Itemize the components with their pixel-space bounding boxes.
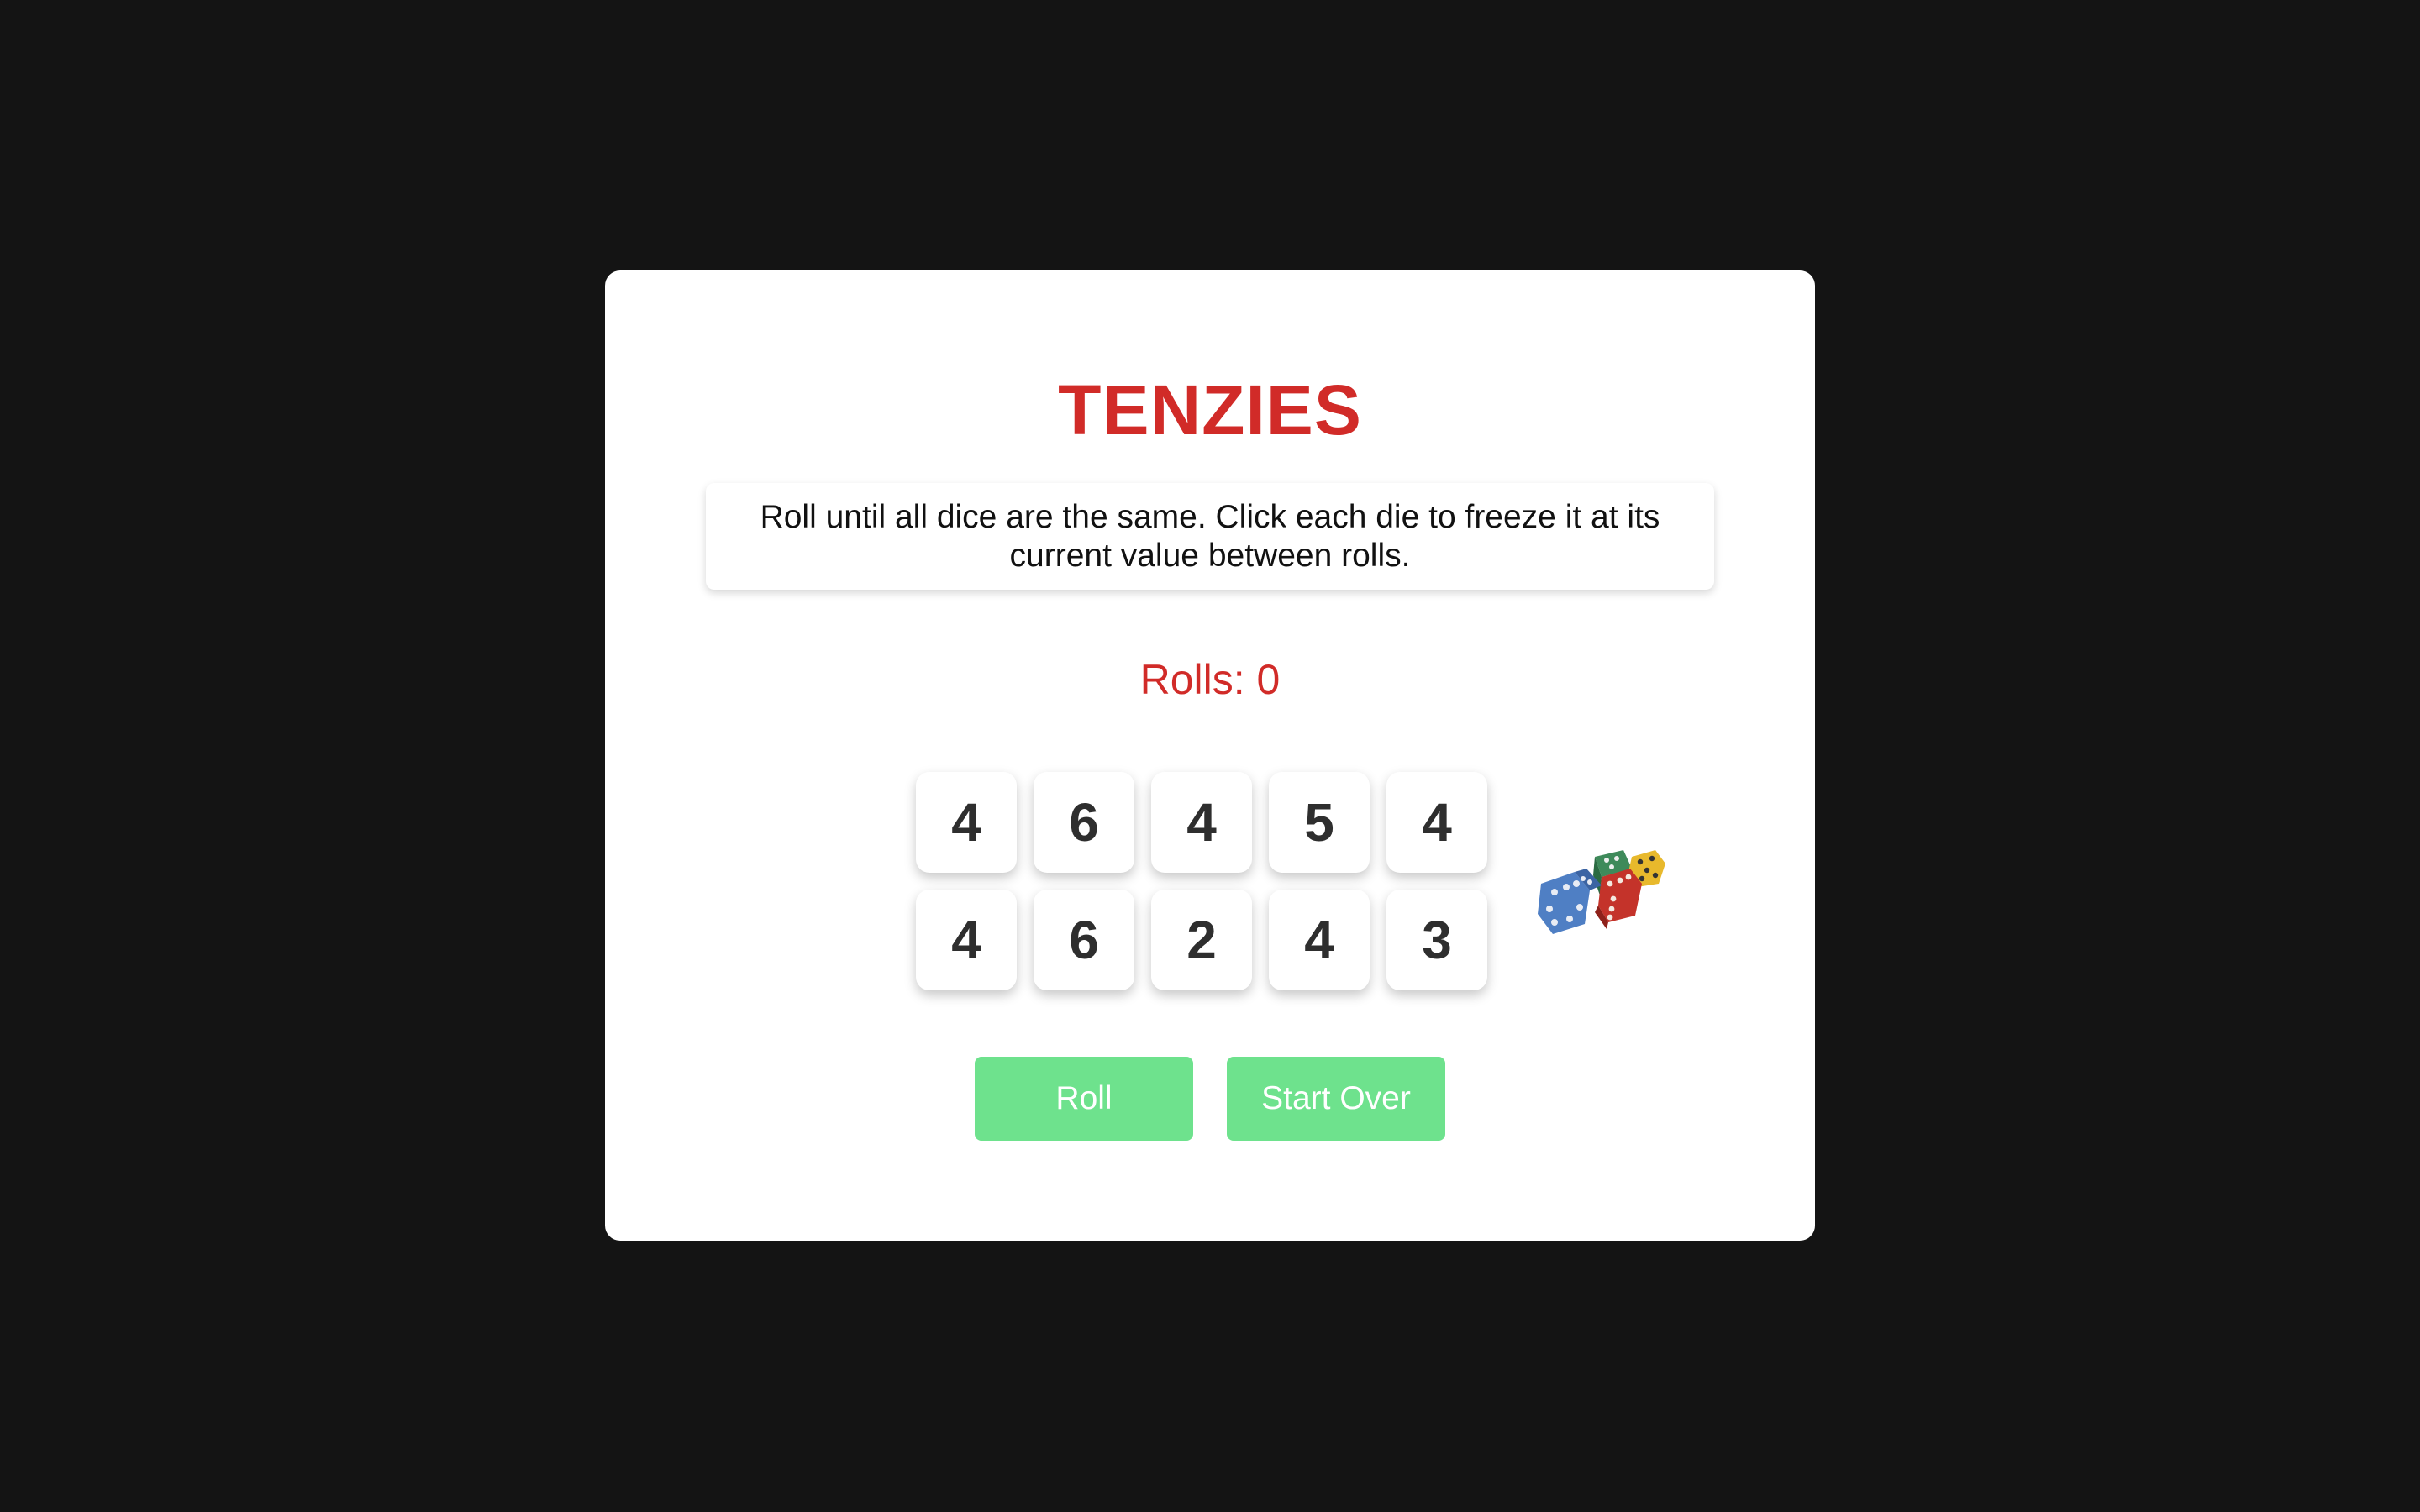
dice-grid: 4 6 4 5 4 4 6 2 4 3 <box>916 772 1487 990</box>
instructions-panel: Roll until all dice are the same. Click … <box>706 483 1714 590</box>
die-4[interactable]: 5 <box>1269 772 1370 873</box>
game-card: TENZIES Roll until all dice are the same… <box>605 270 1815 1241</box>
die-9[interactable]: 4 <box>1269 890 1370 990</box>
die-6[interactable]: 4 <box>916 890 1017 990</box>
roll-button[interactable]: Roll <box>975 1057 1193 1141</box>
die-3[interactable]: 4 <box>1151 772 1252 873</box>
die-8[interactable]: 2 <box>1151 890 1252 990</box>
start-over-button[interactable]: Start Over <box>1227 1057 1445 1141</box>
blue-die-icon <box>1538 869 1602 934</box>
die-10[interactable]: 3 <box>1386 890 1487 990</box>
die-5[interactable]: 4 <box>1386 772 1487 873</box>
die-7[interactable]: 6 <box>1034 890 1134 990</box>
rolls-counter: Rolls: 0 <box>1139 656 1281 703</box>
game-title: TENZIES <box>1058 370 1362 449</box>
instructions-text: Roll until all dice are the same. Click … <box>760 498 1660 574</box>
red-die-icon <box>1595 869 1642 929</box>
button-row: Roll Start Over <box>975 1057 1445 1141</box>
die-2[interactable]: 6 <box>1034 772 1134 873</box>
die-1[interactable]: 4 <box>916 772 1017 873</box>
colorful-dice-icon <box>1529 825 1697 951</box>
